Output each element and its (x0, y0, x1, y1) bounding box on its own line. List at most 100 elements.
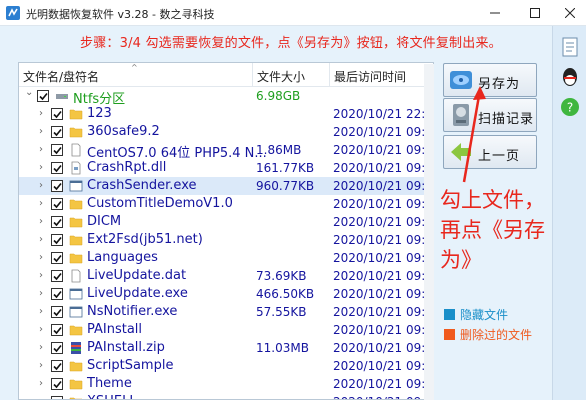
row-checkbox[interactable] (51, 306, 63, 318)
tree-row[interactable]: › 123 2020/10/21 22:44 (19, 105, 434, 123)
row-name: LiveUpdate.exe (87, 286, 188, 301)
checkmark-icon (53, 200, 62, 209)
file-tree[interactable]: 文件名/盘符名 ^ 文件大小 最后访问时间 ⌄ Ntfs分区 6.98GB › 123 2… (18, 62, 434, 400)
column-header-size[interactable]: 文件大小 (257, 68, 305, 85)
row-checkbox[interactable] (51, 342, 63, 354)
tree-row[interactable]: › Languages 2020/10/21 09:3 (19, 249, 433, 267)
chevron-right-icon[interactable]: › (39, 324, 49, 336)
row-name: Ext2Fsd(jb51.net) (87, 232, 203, 247)
column-divider[interactable] (252, 63, 253, 87)
row-date: 2020/10/21 09:3 (333, 233, 433, 247)
row-checkbox[interactable] (51, 144, 63, 156)
document-icon[interactable] (559, 36, 581, 58)
chevron-right-icon[interactable]: › (39, 342, 49, 354)
folder-icon (69, 125, 83, 139)
checkmark-icon (53, 344, 62, 353)
row-checkbox[interactable] (51, 126, 63, 138)
chevron-right-icon[interactable]: › (39, 180, 49, 192)
row-checkbox[interactable] (51, 288, 63, 300)
checkmark-icon (53, 146, 62, 155)
row-size: 466.50KB (256, 287, 315, 301)
row-checkbox[interactable] (51, 378, 63, 390)
previous-page-button[interactable]: 上一页 (443, 135, 537, 169)
chevron-right-icon[interactable]: › (39, 126, 49, 138)
svg-text:?: ? (567, 101, 573, 115)
back-arrow-icon (451, 143, 471, 161)
row-date: 2020/10/21 09:3 (333, 395, 433, 399)
row-date: 2020/10/21 09:3 (333, 125, 433, 139)
tree-header: 文件名/盘符名 ^ 文件大小 最后访问时间 (19, 63, 433, 87)
tree-row[interactable]: › CustomTitleDemoV1.0 2020/10/21 09:3 (19, 195, 433, 213)
row-checkbox[interactable] (51, 234, 63, 246)
row-date: 2020/10/21 22:44 (333, 107, 434, 121)
row-name: CustomTitleDemoV1.0 (87, 196, 233, 211)
chevron-right-icon[interactable]: › (39, 270, 49, 282)
tree-row[interactable]: › Ext2Fsd(jb51.net) 2020/10/21 09:3 (19, 231, 433, 249)
annotation-line-2: 再点《另存 (440, 218, 545, 242)
column-divider[interactable] (329, 63, 330, 87)
tree-row[interactable]: › Theme 2020/10/21 09:3 (19, 375, 433, 393)
maximize-button[interactable] (513, 0, 557, 26)
chevron-right-icon[interactable]: › (39, 252, 49, 264)
row-checkbox[interactable] (37, 90, 49, 102)
chevron-right-icon[interactable]: › (39, 108, 49, 120)
tree-row[interactable]: › PAInstall.zip 11.03MB 2020/10/21 09:3 (19, 339, 433, 357)
chevron-right-icon[interactable]: › (39, 306, 49, 318)
row-date: 2020/10/21 09:3 (333, 341, 433, 355)
tree-row[interactable]: › CrashSender.exe 960.77KB 2020/10/21 09:3 (19, 177, 433, 195)
drive-icon (55, 89, 69, 103)
chevron-right-icon[interactable]: › (39, 162, 49, 174)
row-checkbox[interactable] (51, 108, 63, 120)
row-name: 123 (87, 106, 112, 121)
annotation-text: 勾上文件， 再点《另存 为》 (440, 185, 550, 275)
vertical-scrollbar[interactable] (424, 64, 434, 400)
annotation-line-1: 勾上文件， (440, 188, 545, 212)
chevron-right-icon[interactable]: › (39, 378, 49, 390)
tree-row[interactable]: › LiveUpdate.dat 73.69KB 2020/10/21 09:3 (19, 267, 433, 285)
row-checkbox[interactable] (51, 360, 63, 372)
row-name: Languages (87, 250, 158, 265)
chevron-right-icon[interactable]: › (39, 144, 49, 156)
tree-row[interactable]: › PAInstall 2020/10/21 09:3 (19, 321, 433, 339)
row-checkbox[interactable] (51, 324, 63, 336)
row-checkbox[interactable] (51, 216, 63, 228)
row-checkbox[interactable] (51, 252, 63, 264)
row-checkbox[interactable] (51, 198, 63, 210)
row-date: 2020/10/21 09:3 (333, 305, 433, 319)
tree-row[interactable]: › XSHELL 2020/10/21 09:3 (19, 393, 433, 399)
chevron-right-icon[interactable]: › (39, 198, 49, 210)
qq-icon[interactable] (559, 66, 581, 88)
row-size: 57.55KB (256, 305, 307, 319)
annotation-line-3: 为》 (440, 248, 482, 272)
tree-row[interactable]: › 360safe9.2 2020/10/21 09:3 (19, 123, 433, 141)
chevron-right-icon[interactable]: › (39, 396, 49, 399)
row-checkbox[interactable] (51, 270, 63, 282)
tree-row[interactable]: › CrashRpt.dll 161.77KB 2020/10/21 09:3 (19, 159, 433, 177)
column-header-name[interactable]: 文件名/盘符名 (23, 68, 99, 85)
tree-row[interactable]: › ScriptSample 2020/10/21 09:3 (19, 357, 433, 375)
tree-row[interactable]: › LiveUpdate.exe 466.50KB 2020/10/21 09:3 (19, 285, 433, 303)
chevron-right-icon[interactable]: › (39, 216, 49, 228)
maximize-icon (530, 8, 540, 18)
scan-record-button[interactable]: 扫描记录 (443, 98, 537, 132)
chevron-right-icon[interactable]: › (39, 360, 49, 372)
tree-row[interactable]: › DICM 2020/10/21 09:3 (19, 213, 433, 231)
row-checkbox[interactable] (51, 396, 63, 399)
chevron-down-icon[interactable]: ⌄ (25, 87, 35, 99)
minimize-button[interactable] (473, 0, 517, 26)
help-icon[interactable]: ? (559, 96, 581, 118)
checkmark-icon (53, 164, 62, 173)
save-disk-icon (450, 71, 472, 89)
chevron-right-icon[interactable]: › (39, 288, 49, 300)
column-header-date[interactable]: 最后访问时间 (334, 68, 406, 85)
tree-row[interactable]: › CentOS7.0 64位 PHP5.4 N... 1.86MB 2020/10/… (19, 141, 433, 161)
row-checkbox[interactable] (51, 162, 63, 174)
chevron-right-icon[interactable]: › (39, 234, 49, 246)
close-button[interactable] (553, 0, 586, 26)
save-as-button[interactable]: 另存为 (443, 63, 537, 97)
file-icon (69, 143, 83, 157)
row-checkbox[interactable] (51, 180, 63, 192)
tree-row[interactable]: ⌄ Ntfs分区 6.98GB (19, 87, 433, 107)
tree-row[interactable]: › NsNotifier.exe 57.55KB 2020/10/21 09:3 (19, 303, 433, 321)
row-date: 2020/10/21 09:3 (333, 359, 433, 373)
